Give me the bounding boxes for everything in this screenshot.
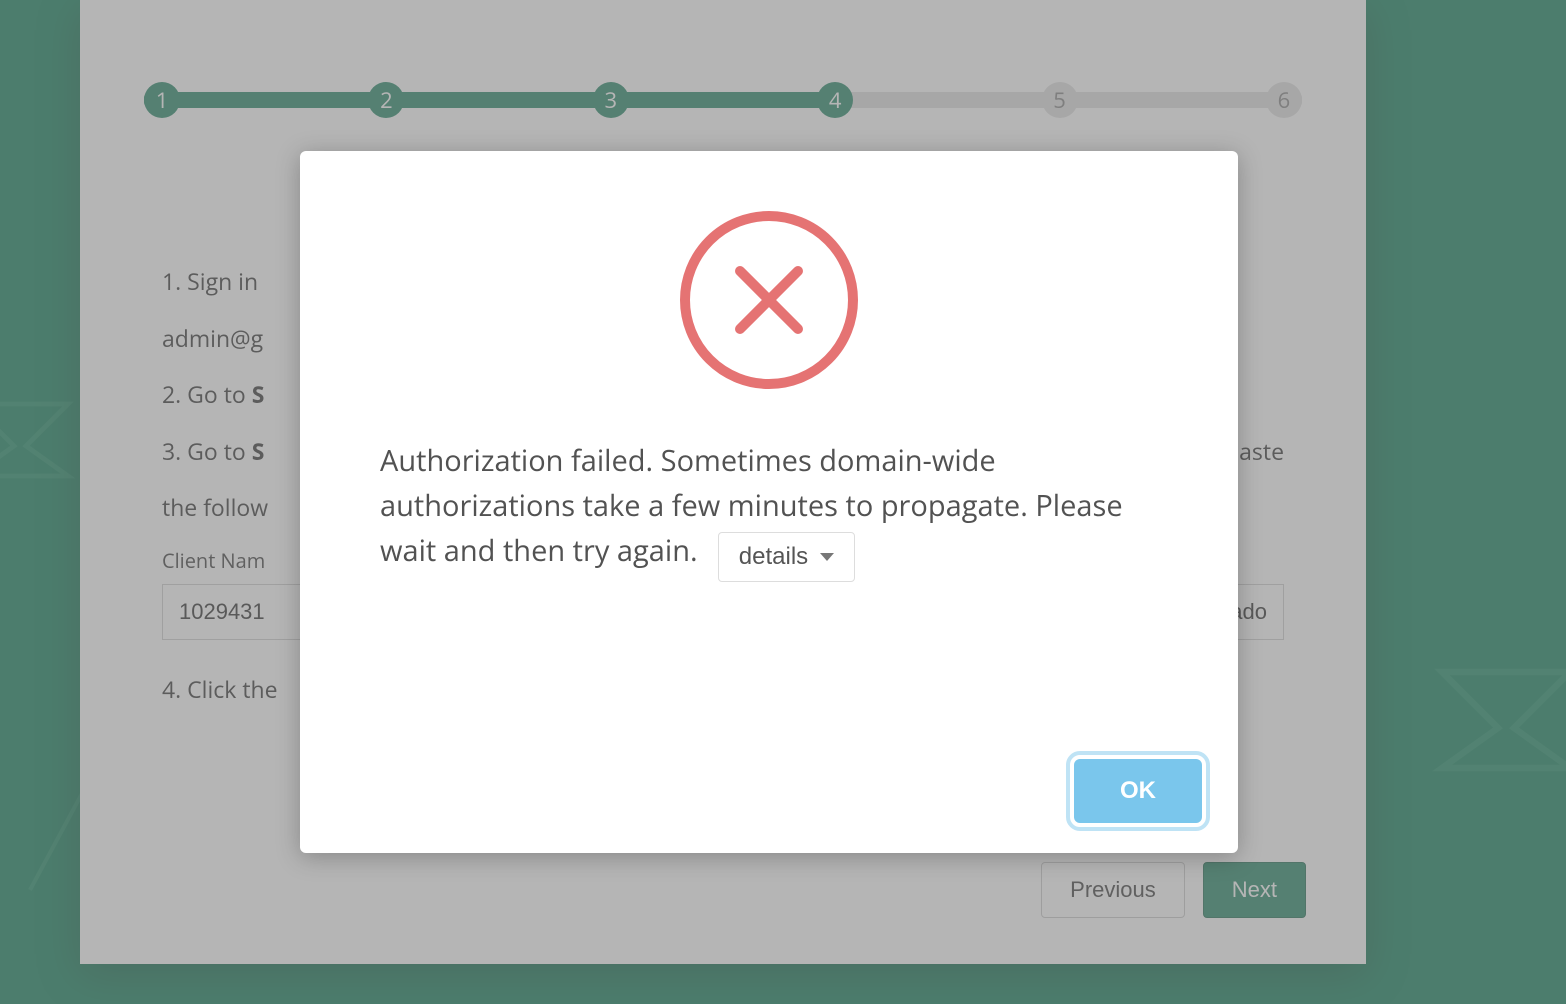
ok-button[interactable]: OK — [1074, 759, 1202, 823]
details-label: details — [739, 543, 808, 571]
error-circle-icon — [680, 211, 858, 389]
modal-actions: OK — [1074, 759, 1202, 823]
error-icon — [380, 211, 1158, 389]
error-modal: Authorization failed. Sometimes domain-w… — [300, 151, 1238, 853]
chevron-down-icon — [820, 553, 834, 561]
modal-message-wrap: Authorization failed. Sometimes domain-w… — [380, 439, 1158, 582]
x-icon — [733, 264, 805, 336]
details-button[interactable]: details — [718, 532, 855, 582]
